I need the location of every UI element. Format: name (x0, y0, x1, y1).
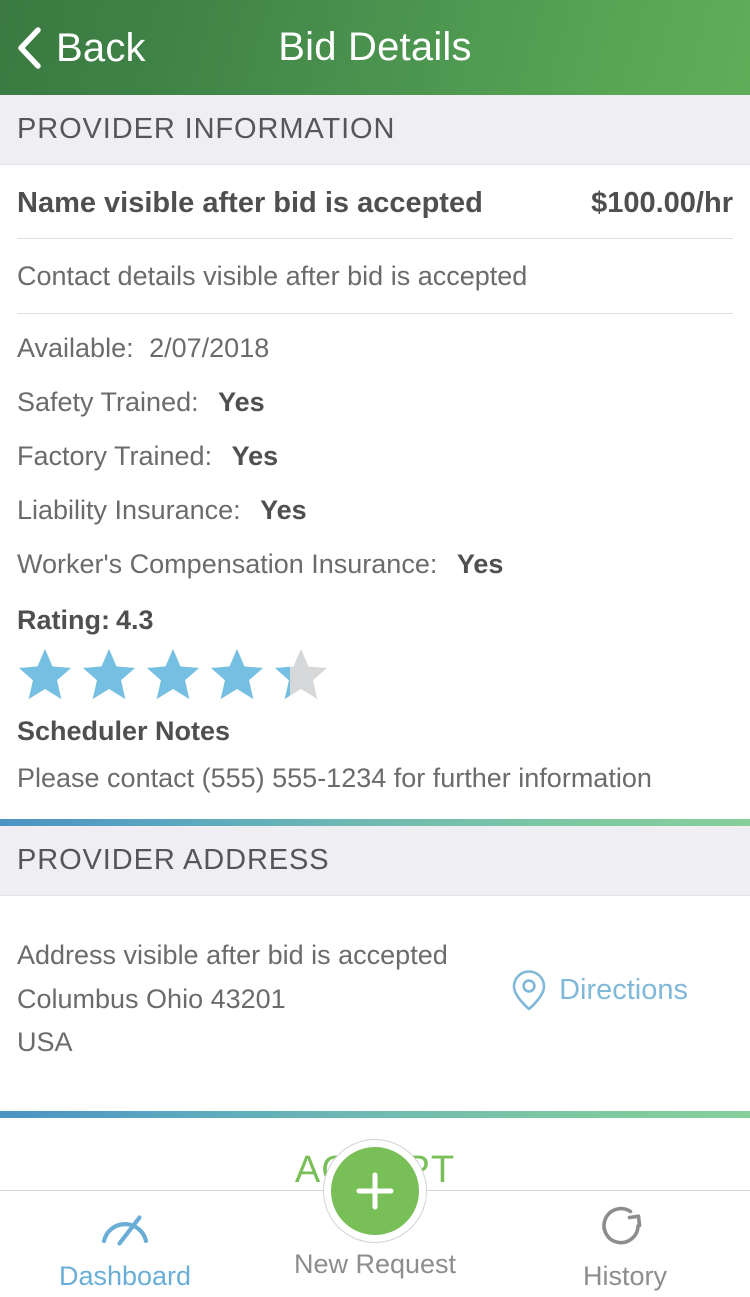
plus-icon (352, 1168, 398, 1214)
address-line-1: Address visible after bid is accepted (17, 940, 448, 970)
attribute-liability-insurance: Liability Insurance: Yes (17, 497, 733, 524)
provider-information-body: Name visible after bid is accepted $100.… (0, 165, 750, 819)
section-header-provider-information: PROVIDER INFORMATION (0, 95, 750, 165)
map-pin-icon (509, 968, 549, 1012)
rating-label: Rating: (17, 605, 110, 635)
tab-label-new-request: New Request (293, 1249, 457, 1279)
attribute-label: Safety Trained: (17, 387, 199, 417)
new-request-fab[interactable] (331, 1147, 419, 1235)
tab-dashboard[interactable]: Dashboard (0, 1191, 250, 1297)
scheduler-notes-body: Please contact (555) 555-1234 for furthe… (17, 763, 652, 793)
back-label: Back (56, 25, 146, 70)
attribute-workers-compensation-insurance: Worker's Compensation Insurance: Yes (17, 551, 733, 578)
directions-label: Directions (559, 973, 688, 1006)
tab-label-dashboard: Dashboard (58, 1260, 192, 1291)
section-title: PROVIDER INFORMATION (17, 113, 396, 145)
refresh-circle-icon (599, 1203, 651, 1249)
rating-row: Rating: 4.3 (17, 605, 733, 636)
nav-header: Back Bid Details (0, 0, 750, 95)
address-line-2: Columbus Ohio 43201 (17, 983, 286, 1014)
star-icon-partial (273, 647, 329, 701)
attribute-safety-trained: Safety Trained: Yes (17, 389, 733, 416)
star-icon (81, 647, 137, 701)
attribute-label: Available: (17, 333, 134, 363)
directions-link[interactable]: Directions (509, 968, 688, 1012)
attribute-value: Yes (218, 387, 265, 417)
attribute-label: Worker's Compensation Insurance: (17, 549, 438, 579)
rating-stars (17, 646, 733, 702)
address-line-3: USA (17, 1027, 73, 1058)
attribute-value: Yes (260, 495, 307, 525)
provider-contact: Contact details visible after bid is acc… (17, 239, 733, 314)
section-header-provider-address: PROVIDER ADDRESS (0, 826, 750, 896)
bottom-tab-bar: Dashboard New Request History (0, 1139, 750, 1297)
provider-name: Name visible after bid is accepted (17, 187, 483, 219)
address-lines: Address visible after bid is accepted Co… (17, 934, 448, 1065)
gradient-divider (0, 819, 750, 826)
scheduler-notes-title: Scheduler Notes (17, 716, 231, 746)
attribute-label: Liability Insurance: (17, 495, 241, 525)
star-icon (145, 647, 201, 701)
gradient-divider (0, 1111, 750, 1119)
attribute-available: Available: 2/07/2018 (17, 335, 733, 362)
bid-details-screen: Back Bid Details PROVIDER INFORMATION Na… (0, 0, 750, 1297)
tab-history[interactable]: History (500, 1191, 750, 1297)
attribute-label: Factory Trained: (17, 441, 213, 471)
provider-name-row: Name visible after bid is accepted $100.… (17, 165, 733, 239)
tab-label-history: History (582, 1260, 667, 1291)
attribute-value: Yes (456, 549, 504, 579)
star-icon (17, 647, 73, 701)
back-button[interactable]: Back (0, 0, 146, 95)
rating-score: 4.3 (115, 605, 154, 635)
provider-rate: $100.00/hr (591, 187, 733, 219)
attribute-factory-trained: Factory Trained: Yes (17, 443, 733, 470)
section-title: PROVIDER ADDRESS (17, 844, 330, 876)
attribute-value: Yes (231, 441, 279, 471)
tab-new-request[interactable]: New Request (250, 1139, 500, 1297)
star-icon (209, 647, 265, 701)
address-spacer (0, 1065, 750, 1111)
provider-attributes: Available: 2/07/2018 Safety Trained: Yes… (17, 314, 733, 578)
speedometer-icon (99, 1203, 151, 1249)
provider-address-body: Address visible after bid is accepted Co… (0, 896, 750, 1065)
chevron-left-icon (16, 26, 42, 69)
attribute-value: 2/07/2018 (149, 333, 270, 363)
